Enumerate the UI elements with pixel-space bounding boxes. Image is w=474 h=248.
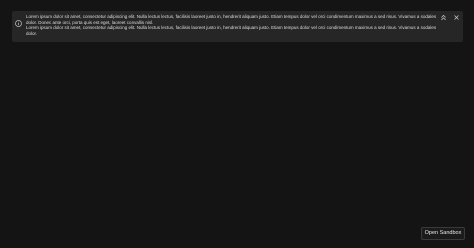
info-icon bbox=[15, 14, 22, 27]
close-button[interactable] bbox=[452, 13, 461, 22]
notification-text-line: Lorem ipsum dolor sit amet, consectetur … bbox=[26, 25, 437, 36]
collapse-button[interactable] bbox=[439, 13, 448, 22]
close-icon bbox=[454, 15, 459, 20]
notification-text-line: Lorem ipsum dolor sit amet, consectetur … bbox=[26, 14, 437, 25]
notification-banner: Lorem ipsum dolor sit amet, consectetur … bbox=[12, 11, 463, 42]
chevron-double-up-icon bbox=[441, 14, 446, 21]
open-sandbox-button[interactable]: Open Sandbox bbox=[421, 227, 465, 240]
notification-message: Lorem ipsum dolor sit amet, consectetur … bbox=[26, 14, 438, 36]
